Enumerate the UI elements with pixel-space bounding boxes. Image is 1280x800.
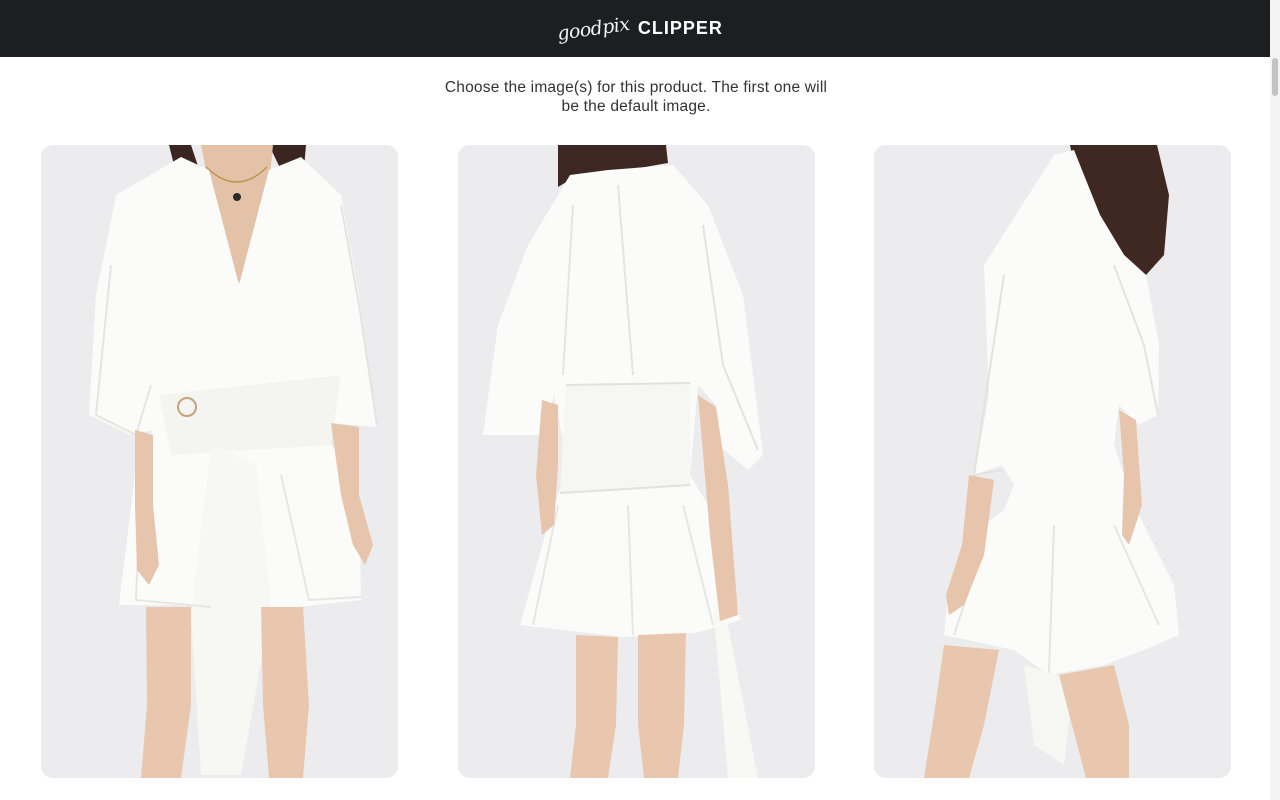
product-image-card-side[interactable] [874, 145, 1231, 778]
logo-brand-name: CLIPPER [637, 18, 723, 38]
top-header-bar: goodpix CLIPPER [0, 0, 1270, 57]
product-image-card-front[interactable] [41, 145, 398, 778]
product-photo-side [874, 145, 1231, 778]
product-photo-back [458, 145, 815, 778]
page-scrollbar[interactable] [1270, 0, 1280, 800]
product-photo-front [41, 145, 398, 778]
instruction-text: Choose the image(s) for this product. Th… [444, 79, 828, 115]
scrollbar-thumb[interactable] [1272, 58, 1278, 96]
product-image-card-back[interactable] [458, 145, 815, 778]
app-logo: goodpix CLIPPER [556, 13, 723, 45]
logo-script-text: goodpix [555, 12, 632, 45]
